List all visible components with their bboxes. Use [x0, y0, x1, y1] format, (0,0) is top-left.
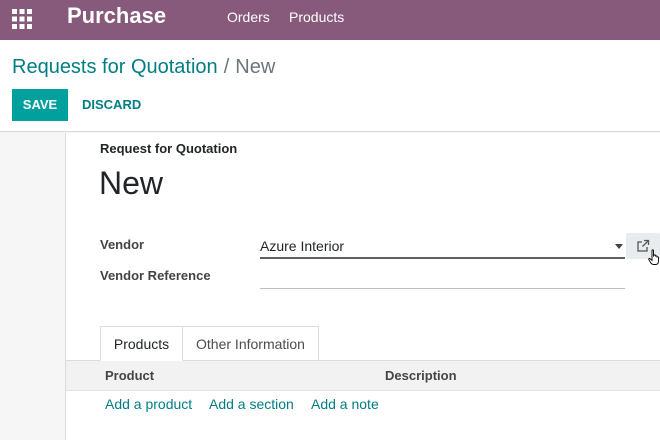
vendor-field[interactable]: Azure Interior — [260, 235, 625, 259]
menu-orders[interactable]: Orders — [227, 9, 270, 25]
top-navbar: Purchase Orders Products — [0, 0, 660, 40]
add-note-link[interactable]: Add a note — [311, 396, 379, 412]
breadcrumb-separator: / — [223, 56, 230, 78]
add-section-link[interactable]: Add a section — [209, 396, 294, 412]
hand-cursor-icon — [648, 249, 659, 265]
document-name: New — [99, 165, 164, 201]
grid-icon[interactable] — [12, 9, 32, 29]
app-title[interactable]: Purchase — [67, 4, 166, 28]
add-product-link[interactable]: Add a product — [105, 396, 192, 412]
tab-products[interactable]: Products — [100, 326, 183, 361]
chevron-down-icon[interactable] — [615, 244, 623, 249]
left-gutter — [0, 133, 65, 440]
discard-button[interactable]: DISCARD — [82, 89, 141, 121]
vendor-label: Vendor — [100, 237, 145, 252]
form-sheet: Request for Quotation New Vendor Vendor … — [65, 133, 660, 440]
breadcrumb: Requests for Quotation / New — [12, 55, 275, 79]
breadcrumb-parent-link[interactable]: Requests for Quotation — [12, 56, 218, 78]
vendor-reference-label: Vendor Reference — [100, 268, 211, 283]
save-button[interactable]: SAVE — [12, 89, 68, 121]
column-description[interactable]: Description — [385, 368, 457, 383]
vendor-field-value: Azure Interior — [260, 238, 345, 254]
column-product[interactable]: Product — [105, 368, 154, 383]
menu-products[interactable]: Products — [289, 9, 344, 25]
document-type-label: Request for Quotation — [100, 141, 238, 156]
vendor-reference-field[interactable] — [260, 267, 625, 289]
breadcrumb-current: New — [235, 56, 276, 78]
tab-other-information[interactable]: Other Information — [183, 326, 319, 361]
order-lines-header: Product Description — [66, 361, 660, 391]
control-panel: Requests for Quotation / New SAVE DISCARD — [0, 40, 660, 132]
